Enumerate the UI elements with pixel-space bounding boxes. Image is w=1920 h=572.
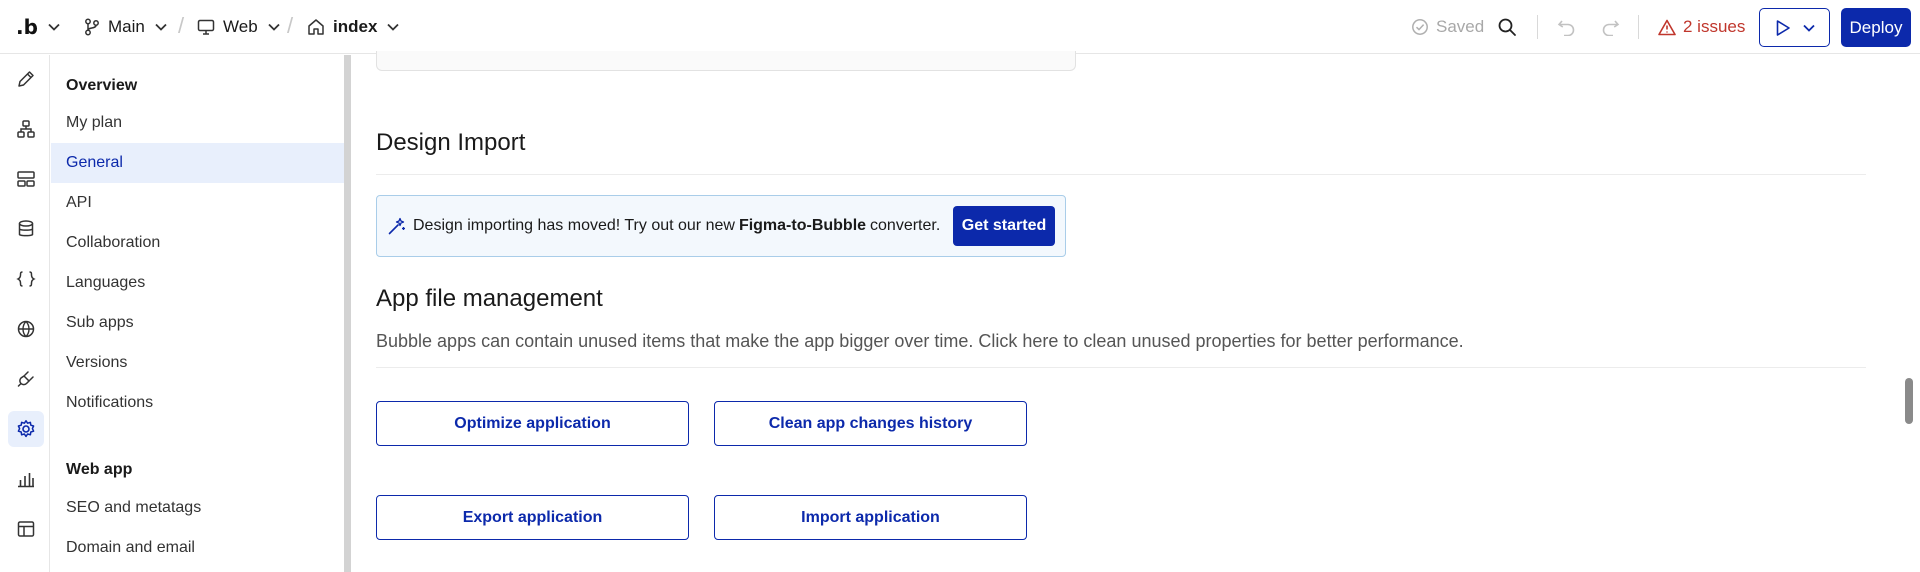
settings-content: Design Import Design importing has moved… [351,51,1920,572]
redo-icon [1602,20,1620,36]
undo-icon [1557,20,1575,36]
code-icon [16,271,36,287]
banner-text-pre: Design importing has moved! Try out our … [413,217,735,234]
saved-label: Saved [1436,17,1485,36]
chevron-down-icon [48,23,60,31]
issues-label: 2 issues [1683,17,1746,36]
top-bar: .b Main / Web / index Saved 2 issues Dep… [0,0,1920,54]
bubble-logo: .b [16,15,38,39]
search-icon [1498,18,1516,36]
chevron-down-icon [1802,24,1815,32]
warning-icon [1658,19,1676,35]
banner-text-post: converter. [870,217,941,234]
design-icon [18,71,34,87]
rail-plugins-button[interactable] [8,361,44,397]
plugins-icon [17,371,34,387]
globe-icon [17,320,35,338]
design-import-banner: Design importing has moved! Try out our … [376,195,1066,257]
nav-item-collaboration[interactable]: Collaboration [51,223,344,263]
panel-resize-handle[interactable] [344,55,351,572]
branch-icon [85,18,99,36]
data-icon [18,220,34,237]
nav-item-versions[interactable]: Versions [51,343,344,383]
page-selector[interactable]: index [307,0,400,54]
scrollbar-thumb[interactable] [1905,378,1913,424]
chevron-down-icon [268,23,280,31]
nav-item-domain-email[interactable]: Domain and email [51,528,344,568]
toolbar-divider [1638,15,1639,39]
get-started-button[interactable]: Get started [953,206,1055,246]
rail-data-button[interactable] [8,211,44,247]
rail-styles-button[interactable] [8,161,44,197]
nav-item-general[interactable]: General [51,143,344,183]
rail-layout-button[interactable] [8,511,44,547]
workflow-icon [17,120,35,138]
chevron-down-icon [387,23,400,31]
platform-label: Web [223,17,258,36]
rail-logs-button[interactable] [8,461,44,497]
magic-wand-icon [388,217,405,235]
rail-design-button[interactable] [8,61,44,97]
settings-nav: Overview My plan General API Collaborati… [51,55,344,572]
play-icon [1776,19,1790,36]
layout-icon [17,521,35,537]
settings-icon [17,420,35,438]
rail-code-button[interactable] [8,261,44,297]
nav-heading-web-app: Web app [66,461,133,478]
logs-icon [18,473,34,488]
undo-button[interactable] [1557,0,1577,54]
page-label: index [333,17,378,36]
search-button[interactable] [1497,0,1517,54]
branch-label: Main [108,17,145,36]
bubble-logo-menu[interactable]: .b [16,0,60,54]
optimize-application-button[interactable]: Optimize application [376,401,689,446]
previous-section-box [376,51,1076,71]
issues-button[interactable]: 2 issues [1658,0,1745,54]
preview-button[interactable] [1759,8,1830,47]
figma-to-bubble-text: Figma-to-Bubble [738,217,867,234]
saved-status: Saved [1411,0,1484,54]
icon-rail [0,55,50,572]
export-application-button[interactable]: Export application [376,495,689,540]
section-divider [376,174,1866,175]
check-circle-icon [1412,19,1428,35]
rail-languages-button[interactable] [8,311,44,347]
branch-selector[interactable]: Main [84,0,167,54]
home-icon [308,19,324,35]
styles-icon [17,171,35,187]
rail-workflow-button[interactable] [8,111,44,147]
app-file-management-description: Bubble apps can contain unused items tha… [376,331,1464,351]
banner-message: Design importing has moved! Try out our … [413,196,940,256]
nav-heading-overview: Overview [66,77,138,94]
breadcrumb-separator: / [287,13,294,38]
nav-item-api[interactable]: API [51,183,344,223]
rail-settings-button[interactable] [8,411,44,447]
chevron-down-icon [155,23,167,31]
deploy-button[interactable]: Deploy [1841,8,1911,47]
clean-app-changes-history-button[interactable]: Clean app changes history [714,401,1027,446]
nav-item-languages[interactable]: Languages [51,263,344,303]
toolbar-divider [1537,15,1538,39]
breadcrumb-separator: / [178,13,185,38]
app-file-management-title: App file management [376,285,603,312]
monitor-icon [197,19,215,35]
nav-item-sub-apps[interactable]: Sub apps [51,303,344,343]
import-application-button[interactable]: Import application [714,495,1027,540]
nav-item-seo[interactable]: SEO and metatags [51,488,344,528]
section-divider [376,367,1866,368]
design-import-title: Design Import [376,129,526,156]
platform-selector[interactable]: Web [197,0,280,54]
nav-item-my-plan[interactable]: My plan [51,103,344,143]
redo-button[interactable] [1600,0,1620,54]
nav-item-notifications[interactable]: Notifications [51,383,344,423]
